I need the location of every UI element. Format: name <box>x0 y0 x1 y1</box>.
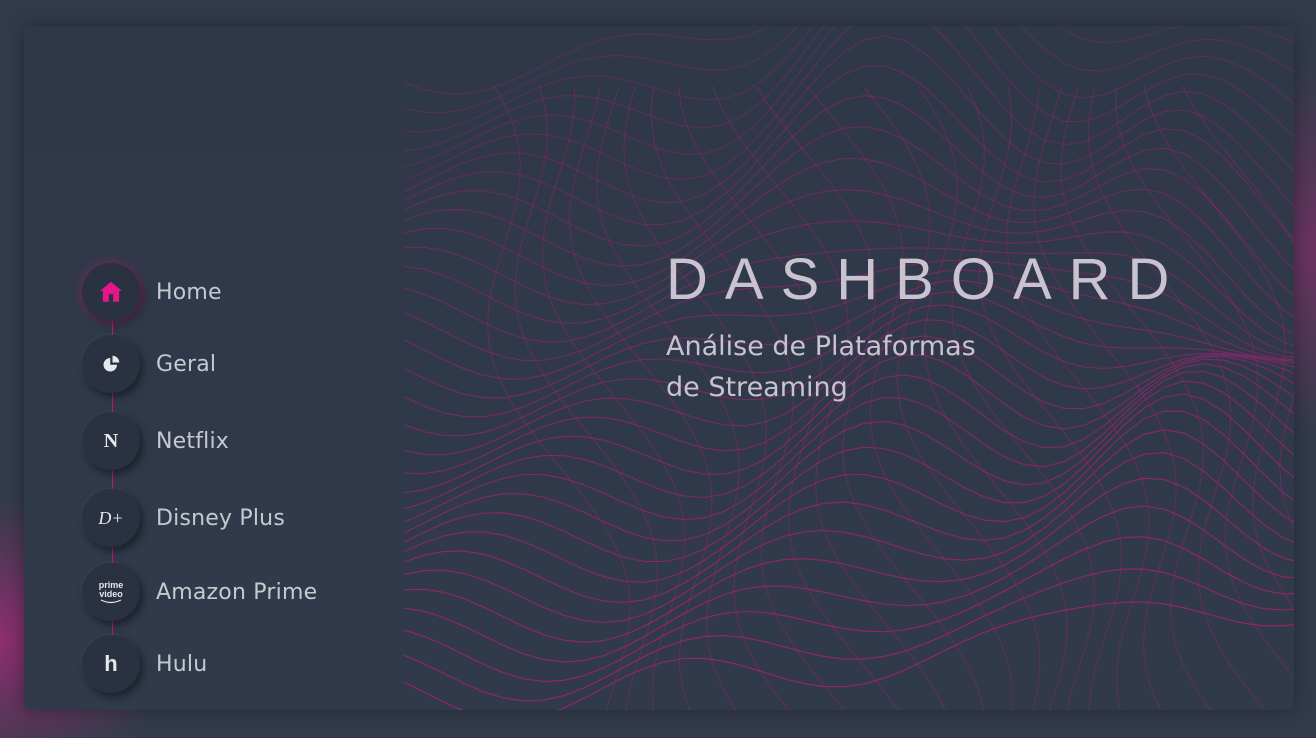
header: DASHBOARD Análise de Plataformas de Stre… <box>666 248 1226 408</box>
nav-label-geral: Geral <box>156 351 217 377</box>
subtitle-line-1: Análise de Plataformas <box>666 331 976 362</box>
nav-item-disney-plus[interactable]: D+ Disney Plus <box>82 488 285 548</box>
nav-label-netflix: Netflix <box>156 428 230 454</box>
page-title: DASHBOARD <box>666 247 1187 312</box>
netflix-logo-icon: N <box>82 412 140 470</box>
wave-line <box>403 536 1294 683</box>
wave-line <box>403 505 1294 663</box>
nav-label-amazon-prime: Amazon Prime <box>156 579 318 605</box>
home-icon <box>82 263 140 321</box>
nav-item-amazon-prime[interactable]: prime video Amazon Prime <box>82 562 317 622</box>
wave-line <box>403 26 1294 168</box>
hulu-logo-icon: h <box>82 635 140 693</box>
pie-chart-icon <box>82 335 140 393</box>
prime-video-logo-icon: prime video <box>82 563 140 621</box>
nav-label-disney-plus: Disney Plus <box>156 505 285 531</box>
nav-item-netflix[interactable]: N Netflix <box>82 411 229 471</box>
wave-line <box>403 26 770 95</box>
disney-plus-logo-icon: D+ <box>82 489 140 547</box>
wave-line <box>403 601 1294 710</box>
wave-line <box>403 65 1294 241</box>
page-subtitle: Análise de Plataformas de Streaming <box>666 326 1066 408</box>
disney-logo-text: D+ <box>98 507 124 528</box>
subtitle-line-2: de Streaming <box>666 372 848 403</box>
sidebar-nav: Home Geral N Netflix D+ Disney Plus prim… <box>82 262 402 694</box>
nav-item-hulu[interactable]: h Hulu <box>82 634 207 694</box>
dashboard-panel: Home Geral N Netflix D+ Disney Plus prim… <box>24 26 1294 710</box>
nav-item-geral[interactable]: Geral <box>82 334 216 394</box>
wave-line <box>403 452 1294 624</box>
nav-label-home: Home <box>156 279 222 305</box>
hulu-logo-text: h <box>104 651 118 676</box>
netflix-logo-text: N <box>103 429 119 452</box>
nav-item-home[interactable]: Home <box>82 262 222 322</box>
wave-line <box>403 26 1294 114</box>
nav-label-hulu: Hulu <box>156 651 208 677</box>
video-logo-text: video <box>99 588 123 599</box>
